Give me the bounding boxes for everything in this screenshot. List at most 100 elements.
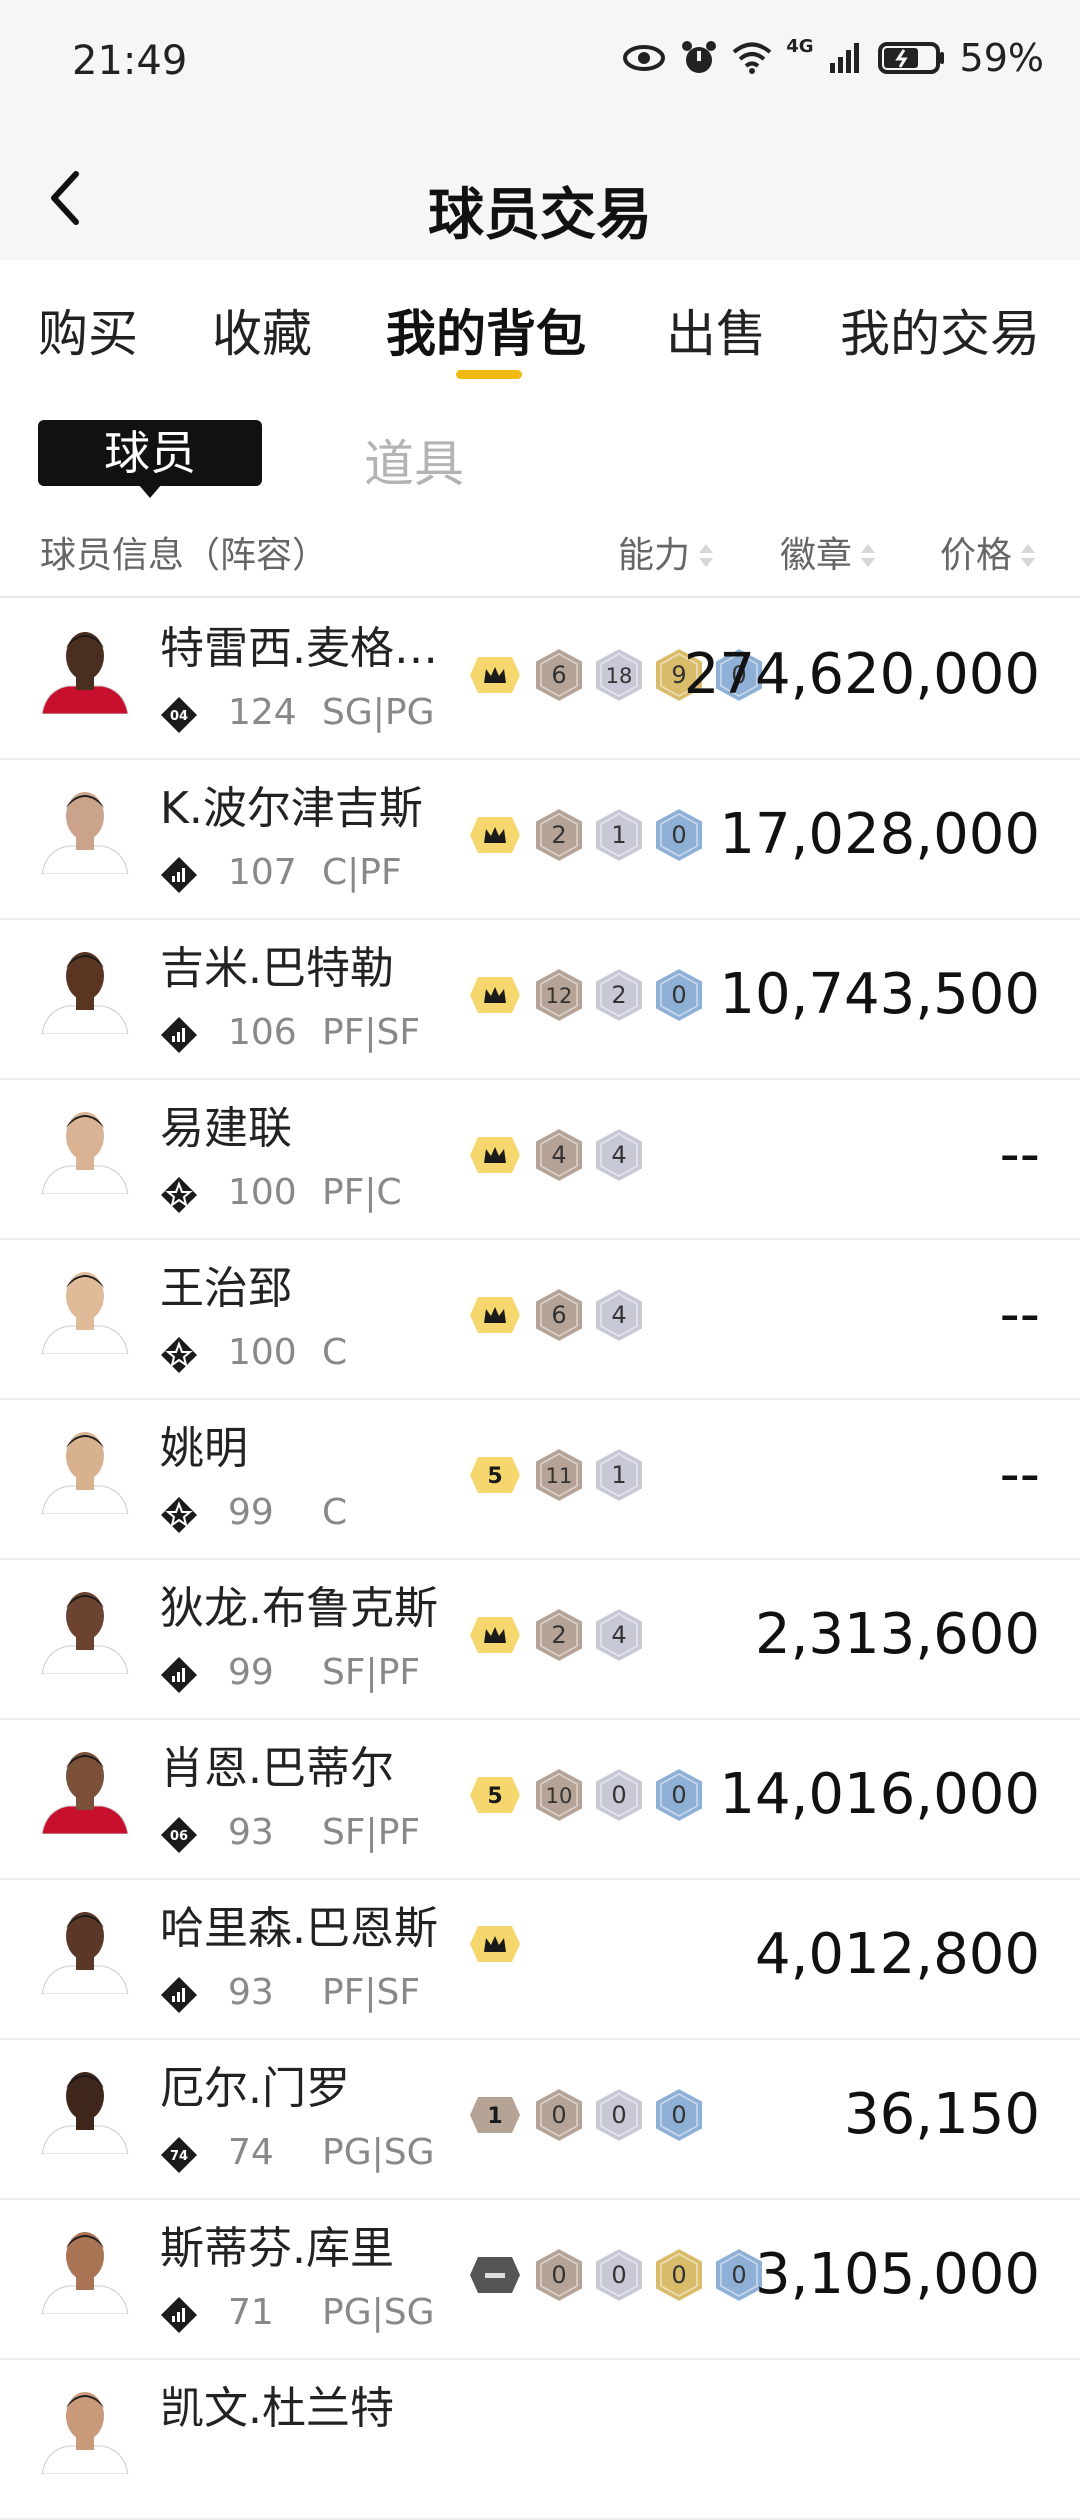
player-row[interactable]: 易建联 100 PF|C 4 4 -- [0,1078,1080,1240]
lineup-tier-icon [161,1657,197,1693]
network-label: 4G [786,35,814,57]
player-name: 易建联 [160,1103,292,1154]
status-bar: 21:49 4G 59% [0,0,1080,130]
col-badge[interactable]: 徽章 [780,526,876,578]
player-row[interactable]: 王治郅 100 C 6 4 -- [0,1238,1080,1400]
crown-icon [470,1137,520,1173]
tab-my-backpack[interactable]: 我的背包 [386,294,586,366]
player-avatar [41,1272,129,1354]
player-position: C [322,1492,348,1533]
page-title: 球员交易 [428,183,652,248]
player-row[interactable]: 肖恩.巴蒂尔 06 93 SF|PF 5 10 0 0 14,016,000 [0,1718,1080,1880]
player-price: -- [999,1122,1040,1187]
player-rating: 71 [228,2292,274,2333]
badge-count: 4 [611,1301,626,1329]
badge-count: 0 [671,1781,686,1809]
badge-silver-icon: 2 [594,966,644,1024]
tab-favorites[interactable]: 收藏 [212,294,312,366]
player-rating: 74 [228,2132,274,2173]
tab-bar: 购买 收藏 我的背包 出售 我的交易 [0,260,1080,380]
badge-blue-icon: 0 [654,1766,704,1824]
player-avatar [41,792,129,874]
player-avatar [41,1752,129,1834]
badge-count: 6 [551,661,566,689]
crown-icon [470,817,520,853]
player-row[interactable]: 哈里森.巴恩斯 93 PF|SF 4,012,800 [0,1878,1080,2040]
badge-silver-icon: 0 [594,2246,644,2304]
player-avatar [41,952,129,1034]
badge-blue-icon: 0 [654,966,704,1024]
svg-text:06: 06 [170,1829,188,1844]
badge-count: 1 [611,1461,626,1489]
level-number: 5 [487,1464,502,1489]
tab-buy[interactable]: 购买 [38,294,138,366]
player-row[interactable]: 姚明 99 C 5 11 1 -- [0,1398,1080,1560]
lineup-tier-icon: 06 [161,1817,197,1853]
badge-silver-icon: 0 [594,1766,644,1824]
player-rating: 124 [228,692,297,733]
player-name: 狄龙.布鲁克斯 [160,1583,438,1634]
player-price: -- [999,1442,1040,1507]
active-tab-indicator [456,370,522,379]
player-row[interactable]: 厄尔.门罗 74 74 PG|SG 1 0 0 0 36,150 [0,2038,1080,2200]
player-rating: 99 [228,1652,274,1693]
badge-count: 0 [671,981,686,1009]
badge-bronze-icon: 6 [534,1286,584,1344]
level-number: 5 [487,1784,502,1809]
badge-silver-icon: 0 [594,2086,644,2144]
badge-count: 0 [551,2101,566,2129]
player-row[interactable]: 凯文.杜兰特 [0,2358,1080,2520]
player-row[interactable]: 狄龙.布鲁克斯 99 SF|PF 2 4 2,313,600 [0,1558,1080,1720]
badge-group: 2 1 0 [470,806,706,864]
badge-count: 1 [611,821,626,849]
segment-items[interactable]: 道具 [364,424,464,496]
level-icon: 5 [470,1777,520,1813]
crown-icon [470,1617,520,1653]
level-icon [470,2257,520,2293]
player-name: 凯文.杜兰特 [160,2383,394,2434]
badge-bronze-icon: 2 [534,806,584,864]
player-price: 2,313,600 [754,1602,1040,1667]
player-avatar [41,1432,129,1514]
sort-icon [1020,542,1036,572]
level-number: 1 [487,2104,502,2129]
eye-icon [623,45,666,71]
badge-silver-icon: 4 [594,1286,644,1344]
segment-players[interactable]: 球员 [38,420,262,486]
player-avatar [41,1112,129,1194]
sort-icon [698,542,714,572]
player-name: 肖恩.巴蒂尔 [160,1743,394,1794]
svg-text:04: 04 [170,709,188,724]
badge-count: 0 [671,821,686,849]
badge-count: 18 [606,664,633,688]
col-ability[interactable]: 能力 [618,526,714,578]
player-name: 哈里森.巴恩斯 [160,1903,438,1954]
badge-count: 2 [611,981,626,1009]
badge-bronze-icon: 6 [534,646,584,704]
crown-icon [470,657,520,693]
lineup-tier-icon: 04 [161,697,197,733]
status-time: 21:49 [72,38,188,84]
badge-group: 12 2 0 [470,966,706,1024]
player-rating: 93 [228,1812,274,1853]
player-position: PF|SF [322,1012,421,1053]
player-row[interactable]: 斯蒂芬.库里 71 PG|SG 0 0 0 0 3,105,000 [0,2198,1080,2360]
player-rating: 99 [228,1492,274,1533]
badge-count: 2 [551,821,566,849]
player-row[interactable]: 特雷西.麦格雷... 04 124 SG|PG 6 18 9 0 274,620,000 [0,598,1080,760]
player-row[interactable]: K.波尔津吉斯 107 C|PF 2 1 0 17,028,000 [0,758,1080,920]
badge-group: 24 [470,1606,646,1664]
player-position: PG|SG [322,2132,435,2173]
tab-my-trades[interactable]: 我的交易 [840,294,1040,366]
tab-sell[interactable]: 出售 [666,294,766,366]
player-price: 3,105,000 [754,2242,1040,2307]
player-position: PG|SG [322,2292,435,2333]
crown-icon [470,977,520,1013]
badge-count: 11 [546,1464,573,1488]
player-rating: 106 [228,1012,297,1053]
player-price: 14,016,000 [719,1762,1040,1827]
lineup-tier-icon [161,1017,197,1053]
player-name: K.波尔津吉斯 [160,783,423,834]
player-row[interactable]: 吉米.巴特勒 106 PF|SF 12 2 0 10,743,500 [0,918,1080,1080]
col-price[interactable]: 价格 [940,526,1036,578]
